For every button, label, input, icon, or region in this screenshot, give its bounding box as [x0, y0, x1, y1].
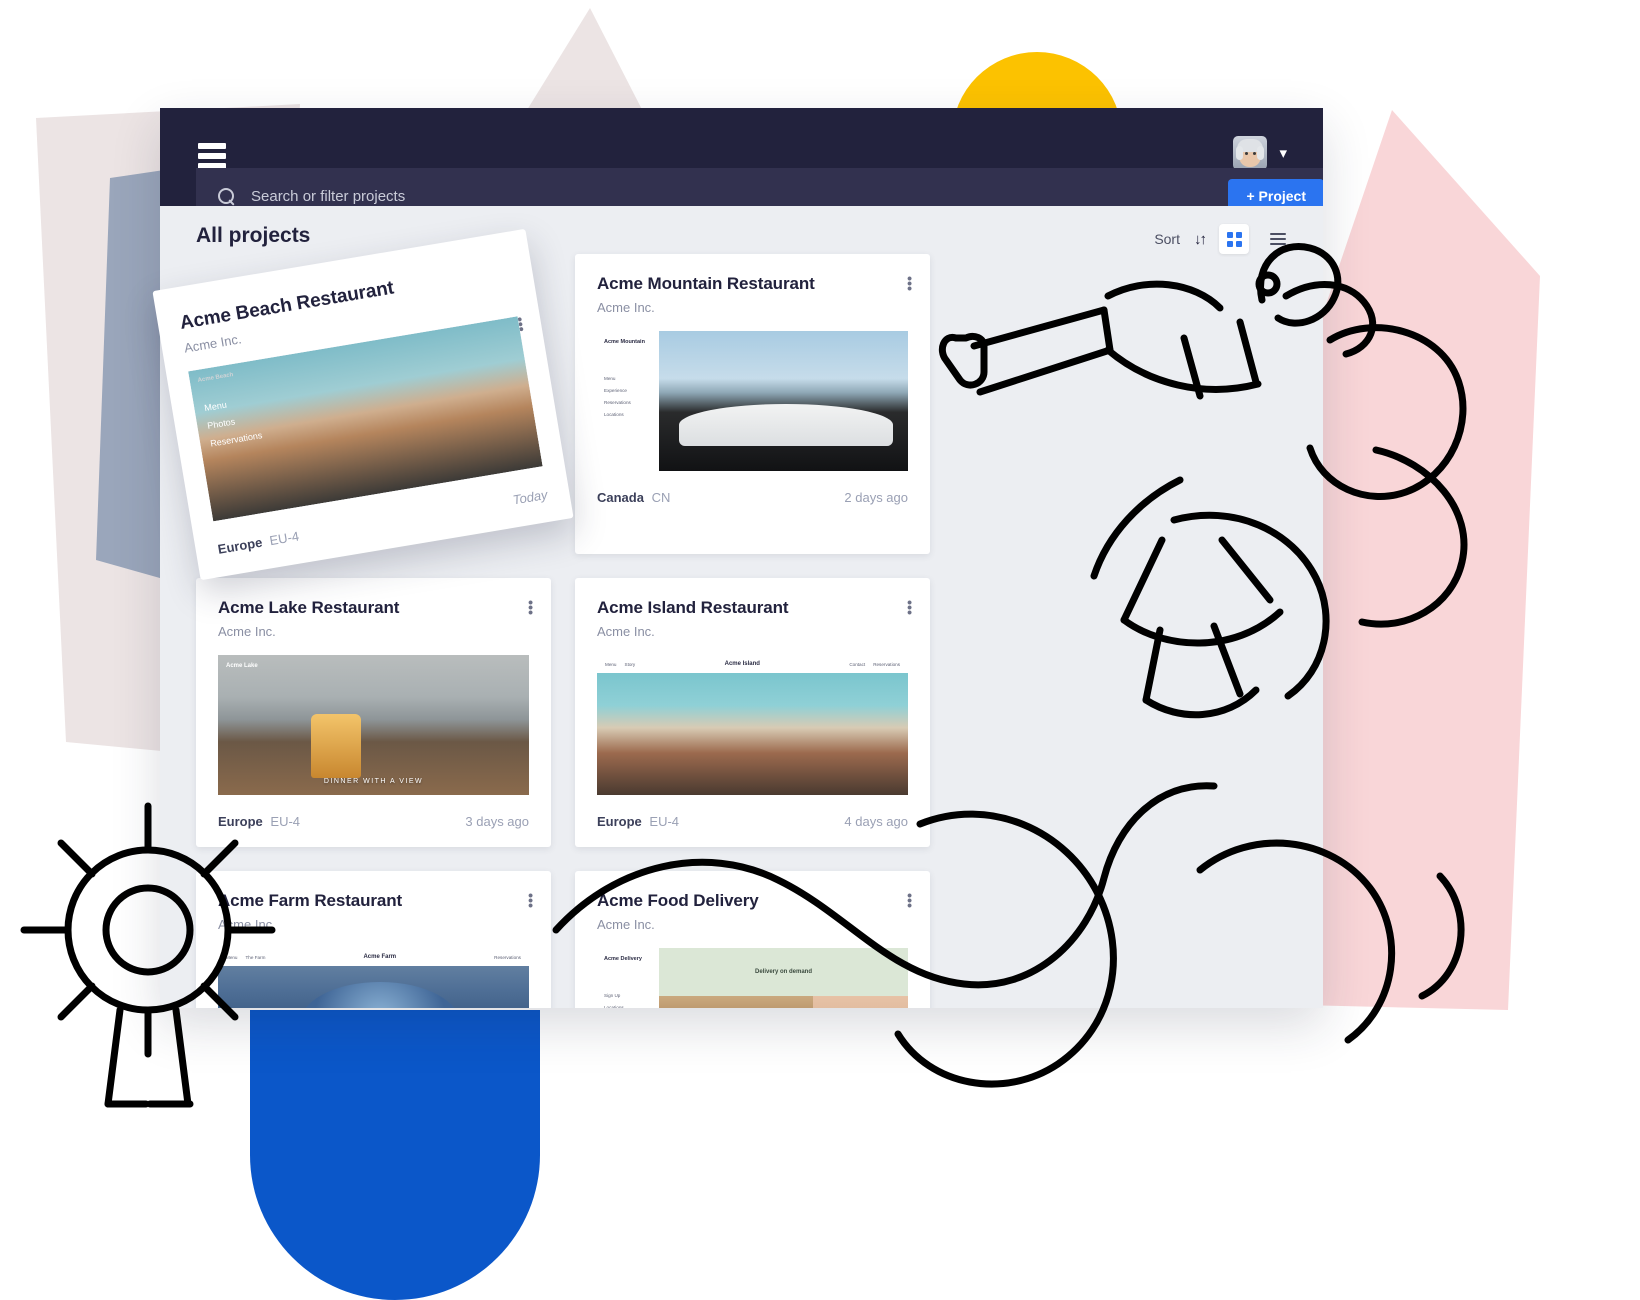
- card-subtitle: Acme Inc.: [597, 300, 655, 315]
- thumb-logo: Acme Delivery: [604, 956, 642, 962]
- project-card-delivery[interactable]: Acme Food Delivery Acme Inc. • • • Acme De…: [575, 871, 930, 1008]
- card-region-name: Europe: [218, 813, 263, 829]
- thumb-nav-item: Story: [624, 661, 636, 667]
- card-updated: 3 days ago: [465, 813, 529, 829]
- thumb-nav-item: Photos: [206, 416, 236, 431]
- thumb-photo: Menu Story Acme Island Contact Reservati…: [597, 655, 908, 795]
- card-updated: 4 days ago: [844, 813, 908, 829]
- card-header: Acme Mountain Restaurant Acme Inc. • • •: [575, 254, 930, 315]
- card-thumbnail: Acme Lake DINNER WITH A VIEW: [218, 655, 529, 795]
- card-subtitle: Acme Inc.: [218, 624, 276, 639]
- kebab-menu-icon[interactable]: • • •: [528, 888, 533, 912]
- card-footer: Europe EU-4 4 days ago: [575, 795, 930, 847]
- card-title: Acme Farm Restaurant: [218, 891, 403, 910]
- card-region: Europe EU-4: [217, 528, 300, 556]
- card-region-code: EU-4: [270, 813, 301, 829]
- app-window: ▾ + Project All projects Sort ↓↑: [160, 108, 1323, 1008]
- card-title: Acme Food Delivery: [597, 891, 759, 910]
- thumb-nav-item: Menu: [604, 376, 616, 382]
- thumb-headline-banner: Delivery on demand: [659, 948, 908, 996]
- kebab-menu-icon[interactable]: • • •: [907, 888, 912, 912]
- search-icon: [218, 187, 235, 206]
- card-footer: Europe EU-4 3 days ago: [196, 795, 551, 847]
- thumb-nav-item: Experience: [604, 388, 627, 394]
- card-region-name: Canada: [597, 489, 644, 505]
- card-region-code: CN: [651, 489, 671, 505]
- thumb-logo: Acme Farm: [363, 954, 397, 960]
- project-card-lake[interactable]: Acme Lake Restaurant Acme Inc. • • • Acme …: [196, 578, 551, 847]
- card-header: Acme Farm Restaurant Acme Inc. • • •: [196, 871, 551, 932]
- thumb-nav-item: Contact: [849, 661, 866, 667]
- card-region-name: Europe: [597, 813, 642, 829]
- floating-project-card-beach[interactable]: Acme Beach Restaurant Acme Inc. • • • Acme…: [152, 228, 574, 581]
- sort-arrows-icon[interactable]: ↓↑: [1194, 231, 1207, 248]
- kebab-menu-icon[interactable]: • • •: [907, 595, 912, 619]
- thumb-photo: [659, 331, 908, 471]
- view-controls: Sort ↓↑: [1154, 224, 1293, 254]
- card-region: Europe EU-4: [218, 814, 300, 829]
- thumb-nav-item: Locations: [604, 412, 624, 418]
- list-view-icon[interactable]: [1263, 224, 1293, 254]
- card-thumbnail: Menu Story Acme Island Contact Reservati…: [597, 655, 908, 795]
- card-subtitle: Acme Inc.: [218, 917, 276, 932]
- user-menu[interactable]: ▾: [1233, 136, 1287, 170]
- thumb-photo: Menu The Farm Acme Farm Reservations FAR…: [218, 948, 529, 1008]
- card-region-name: Europe: [216, 534, 264, 557]
- thumb-nav-item: Reservations: [604, 400, 631, 406]
- thumb-photo: [659, 996, 814, 1008]
- card-region-code: EU-4: [268, 527, 301, 548]
- thumb-overlay-text: DINNER WITH A VIEW: [323, 778, 424, 785]
- search-input[interactable]: [249, 186, 1323, 206]
- card-thumbnail: Acme Delivery Sign Up Locations FAQ Deli…: [597, 948, 908, 1008]
- blue-dome-shape: [250, 1010, 540, 1300]
- project-card-farm[interactable]: Acme Farm Restaurant Acme Inc. • • • Menu …: [196, 871, 551, 1008]
- card-thumbnail: Acme Mountain Menu Experience Reservatio…: [597, 331, 908, 471]
- card-subtitle: Acme Inc.: [597, 624, 655, 639]
- thumb-nav-item: Reservations: [494, 954, 521, 960]
- card-header: Acme Food Delivery Acme Inc. • • •: [575, 871, 930, 932]
- hamburger-icon[interactable]: [198, 143, 226, 169]
- card-region-code: EU-4: [649, 813, 680, 829]
- thumb-photo: Acme Lake DINNER WITH A VIEW: [218, 655, 529, 795]
- card-thumbnail: Menu The Farm Acme Farm Reservations FAR…: [218, 948, 529, 1008]
- thumb-nav-item: Reservations: [873, 661, 900, 667]
- thumb-nav-item: Sign Up: [604, 993, 621, 999]
- card-subtitle: Acme Inc.: [597, 917, 655, 932]
- card-updated: Today: [511, 486, 549, 507]
- thumb-logo: Acme Mountain: [604, 339, 645, 345]
- card-footer: Canada CN 2 days ago: [575, 471, 930, 523]
- thumb-headline: Delivery on demand: [754, 969, 813, 975]
- sort-label[interactable]: Sort: [1154, 231, 1180, 247]
- card-title: Acme Mountain Restaurant: [597, 274, 815, 293]
- card-title: Acme Lake Restaurant: [218, 598, 400, 617]
- grid-view-icon[interactable]: [1219, 224, 1249, 254]
- thumb-nav-item: Locations: [604, 1005, 624, 1008]
- project-card-mountain[interactable]: Acme Mountain Restaurant Acme Inc. • • • A…: [575, 254, 930, 554]
- thumb-nav-item: Menu: [605, 661, 617, 667]
- top-bar: ▾ + Project: [160, 108, 1323, 224]
- card-header: Acme Lake Restaurant Acme Inc. • • •: [196, 578, 551, 639]
- page-title: All projects: [196, 224, 311, 247]
- thumb-nav-item: The Farm: [245, 954, 266, 960]
- card-updated: 2 days ago: [844, 489, 908, 505]
- card-header: Acme Island Restaurant Acme Inc. • • •: [575, 578, 930, 639]
- chevron-down-icon[interactable]: ▾: [1279, 146, 1287, 161]
- card-region: Europe EU-4: [597, 814, 679, 829]
- kebab-menu-icon[interactable]: • • •: [528, 595, 533, 619]
- card-title: Acme Island Restaurant: [597, 598, 789, 617]
- thumb-photo-secondary: [813, 996, 908, 1008]
- thumb-logo: Acme Island: [724, 661, 760, 667]
- card-region: Canada CN: [597, 490, 670, 505]
- thumb-logo: Acme Lake: [226, 663, 258, 669]
- kebab-menu-icon[interactable]: • • •: [907, 271, 912, 295]
- project-card-island[interactable]: Acme Island Restaurant Acme Inc. • • • Men…: [575, 578, 930, 847]
- thumb-nav-item: Menu: [226, 954, 238, 960]
- avatar[interactable]: [1233, 136, 1268, 170]
